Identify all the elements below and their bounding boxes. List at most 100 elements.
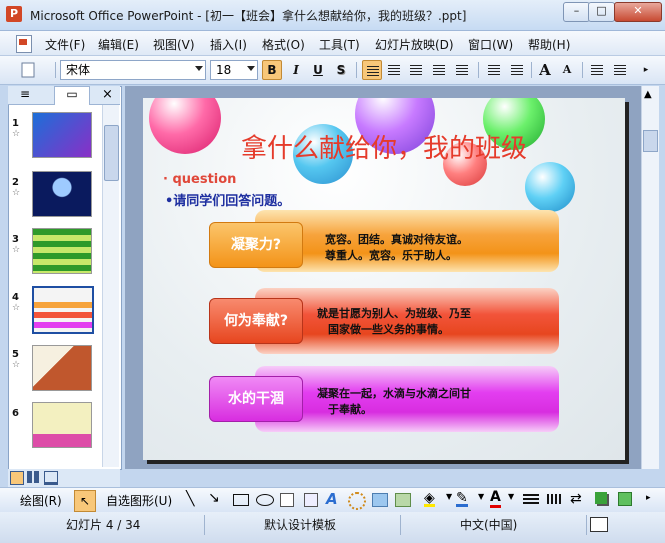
3d-style-icon[interactable] — [618, 492, 632, 506]
line-spacing-button[interactable] — [452, 60, 472, 80]
underline-button[interactable]: U — [308, 60, 328, 80]
minimize-button[interactable]: – — [563, 2, 590, 22]
status-separator — [586, 515, 587, 535]
vertical-textbox-icon[interactable] — [304, 493, 318, 507]
picture-icon[interactable] — [395, 493, 411, 507]
normal-view-icon[interactable] — [10, 471, 24, 485]
slideshow-icon[interactable] — [44, 471, 58, 485]
slide-thumbnail[interactable] — [32, 345, 92, 391]
slide-thumb-6[interactable]: 6 — [12, 402, 92, 448]
slide-count-status: 幻灯片 4 / 34 — [66, 518, 141, 532]
chevron-down-icon[interactable] — [195, 66, 203, 71]
fill-color-icon[interactable]: ◈ — [424, 490, 435, 507]
oval-tool-icon[interactable] — [256, 494, 274, 506]
draw-menu-button[interactable]: 绘图(R) — [20, 492, 62, 509]
menu-help[interactable]: 帮助(H) — [528, 36, 570, 53]
question-label-cohesion[interactable]: 凝聚力? — [209, 222, 303, 268]
slide-thumbnail[interactable] — [32, 228, 92, 274]
autoshapes-menu-button[interactable]: 自选图形(U) — [106, 492, 172, 509]
slide-thumbnail[interactable] — [32, 112, 92, 158]
wordart-icon[interactable]: A — [326, 490, 338, 508]
chevron-down-icon[interactable]: ▼ — [446, 492, 452, 501]
numbering-button[interactable] — [484, 60, 504, 80]
bullet-question[interactable]: · question — [163, 172, 236, 187]
menu-tools[interactable]: 工具(T) — [319, 36, 360, 53]
slide-thumbnail[interactable] — [32, 402, 92, 448]
menu-window[interactable]: 窗口(W) — [468, 36, 513, 53]
vertical-scrollbar[interactable]: ▲ — [641, 86, 659, 469]
menu-slideshow[interactable]: 幻灯片放映(D) — [375, 36, 454, 53]
line-style-icon[interactable] — [523, 494, 539, 504]
arrow-tool-icon[interactable]: ↘ — [208, 490, 220, 506]
new-document-icon[interactable] — [18, 60, 38, 80]
pane-close-icon[interactable]: × — [102, 87, 113, 102]
slide-thumb-2[interactable]: 2 ☆ — [12, 171, 92, 217]
scroll-thumb[interactable] — [104, 125, 119, 181]
slide-thumb-5[interactable]: 5 ☆ — [12, 345, 92, 391]
answer-text-dedication[interactable]: 就是甘愿为别人、为班级、乃至 国家做一些义务的事情。 — [317, 306, 471, 338]
arrow-style-icon[interactable]: ⇄ — [570, 491, 582, 507]
question-label-water[interactable]: 水的干涸 — [209, 376, 303, 422]
bullets-button[interactable] — [507, 60, 527, 80]
decrease-indent-button[interactable] — [587, 60, 607, 80]
italic-button[interactable]: I — [286, 60, 306, 80]
shadow-style-icon[interactable] — [595, 492, 607, 504]
clipart-icon[interactable] — [372, 493, 388, 507]
textbox-tool-icon[interactable] — [280, 493, 294, 507]
slides-tab[interactable]: ▭ — [54, 86, 90, 105]
menu-view[interactable]: 视图(V) — [153, 36, 195, 53]
chevron-down-icon[interactable]: ▼ — [508, 492, 514, 501]
slide-canvas[interactable]: 拿什么献给你，我的班级 · question •请同学们回答问题。 凝聚力? 宽… — [143, 98, 625, 460]
chevron-down-icon[interactable] — [247, 66, 255, 71]
close-button[interactable]: ✕ — [614, 2, 662, 22]
slide-thumb-1[interactable]: 1 ☆ — [12, 112, 92, 158]
decrease-font-size-button[interactable]: A — [557, 60, 577, 80]
toolbar-options-icon[interactable]: ▸ — [646, 493, 651, 503]
bullet-instruction[interactable]: •请同学们回答问题。 — [165, 190, 290, 209]
columns-icon — [433, 65, 445, 75]
chevron-down-icon[interactable]: ▼ — [478, 492, 484, 501]
slide-thumb-4[interactable]: 4 ☆ — [12, 286, 94, 334]
toolbar-options-icon[interactable]: ▸ — [636, 60, 656, 80]
menu-file[interactable]: 文件(F) — [45, 36, 85, 53]
scroll-thumb[interactable] — [643, 130, 658, 152]
outline-tab[interactable]: ≡ — [20, 87, 30, 101]
select-pointer-icon[interactable]: ↖ — [74, 490, 96, 512]
spelling-check-icon[interactable] — [590, 517, 608, 532]
dash-style-icon[interactable] — [547, 494, 563, 504]
font-name-select[interactable]: 宋体 — [60, 60, 206, 80]
slide-thumbnail[interactable] — [32, 171, 92, 217]
window-title: Microsoft Office PowerPoint - [初一【班会】拿什么… — [30, 9, 467, 23]
menu-insert[interactable]: 插入(I) — [210, 36, 247, 53]
maximize-button[interactable]: □ — [588, 2, 615, 22]
line-color-icon[interactable]: ✎ — [456, 490, 468, 507]
answer-text-water[interactable]: 凝聚在一起，水滴与水滴之间甘 于奉献。 — [317, 386, 471, 418]
question-label-dedication[interactable]: 何为奉献? — [209, 298, 303, 344]
increase-indent-button[interactable] — [610, 60, 630, 80]
slide-sorter-icon[interactable] — [27, 471, 39, 483]
align-right-button[interactable] — [406, 60, 426, 80]
design-template-status: 默认设计模板 — [264, 518, 337, 532]
scroll-up-icon[interactable]: ▲ — [644, 89, 652, 100]
increase-font-size-button[interactable]: A — [535, 60, 555, 80]
transition-star-icon: ☆ — [12, 188, 21, 198]
slide-thumbnail-selected[interactable] — [32, 286, 94, 334]
slide-thumb-3[interactable]: 3 ☆ — [12, 228, 92, 274]
document-icon[interactable] — [16, 35, 32, 53]
powerpoint-app-icon[interactable]: P — [6, 6, 22, 22]
slide-title[interactable]: 拿什么献给你，我的班级 — [143, 128, 625, 165]
rectangle-tool-icon[interactable] — [233, 494, 249, 506]
line-tool-icon[interactable]: ╲ — [186, 491, 194, 507]
font-color-icon[interactable]: A — [490, 489, 501, 508]
answer-text-cohesion[interactable]: 宽容。团结。真诚对待友谊。 尊重人。宽容。乐于助人。 — [325, 232, 468, 264]
align-left-button[interactable] — [362, 60, 382, 80]
slides-pane-scrollbar[interactable] — [102, 105, 119, 467]
shadow-button[interactable]: S — [331, 60, 351, 80]
menu-format[interactable]: 格式(O) — [262, 36, 305, 53]
bold-button[interactable]: B — [262, 60, 282, 80]
align-center-button[interactable] — [384, 60, 404, 80]
menu-edit[interactable]: 编辑(E) — [98, 36, 139, 53]
diagram-icon[interactable] — [348, 492, 366, 510]
distribute-columns-button[interactable] — [429, 60, 449, 80]
font-size-select[interactable]: 18 — [210, 60, 258, 80]
